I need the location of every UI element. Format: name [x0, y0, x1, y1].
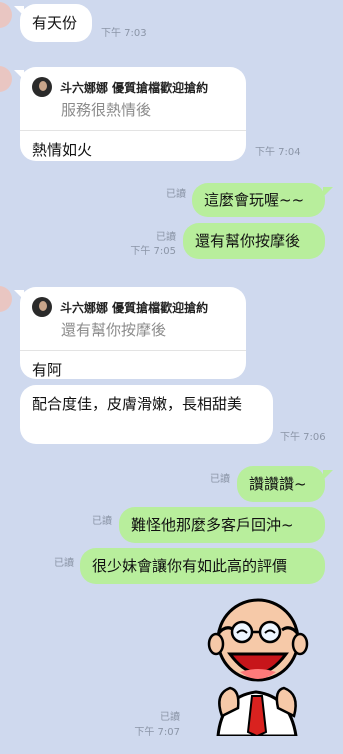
quoted-message[interactable]: 斗六娜娜 優質搶檔歡迎搶約 還有幫你按摩後 [20, 287, 246, 340]
message-text: 熱情如火 [32, 141, 93, 159]
sender-avatar[interactable] [0, 286, 12, 312]
sender-avatar[interactable] [0, 2, 12, 28]
quoted-author-name: 斗六娜娜 優質搶檔歡迎搶約 [60, 80, 209, 95]
message-bubble[interactable]: 配合度佳，皮膚滑嫩，長相甜美 [20, 385, 273, 444]
read-receipt: 已讀 [160, 712, 180, 723]
quoted-author-avatar [32, 297, 52, 317]
message-text: 配合度佳，皮膚滑嫩，長相甜美 [32, 395, 243, 413]
reply-message-bubble[interactable]: 斗六娜娜 優質搶檔歡迎搶約 服務很熱情後 熱情如火 [20, 67, 246, 161]
bubble-tail [323, 470, 333, 480]
quoted-text: 還有幫你按摩後 [61, 321, 167, 339]
timestamp: 下午 7:07 [134, 727, 180, 738]
timestamp: 下午 7:06 [280, 432, 326, 443]
message-bubble[interactable]: 很少妹會讓你有如此高的評價 [80, 548, 325, 584]
message-text: 難怪他那麼多客戶回沖~ [131, 516, 294, 534]
message-text: 還有幫你按摩後 [195, 232, 301, 250]
message-text: 有天份 [32, 14, 78, 32]
bald-man-laughing-sticker [207, 598, 309, 738]
message-bubble[interactable]: 難怪他那麼多客戶回沖~ [119, 507, 325, 543]
message-bubble[interactable]: 這麼會玩喔~~ [192, 183, 325, 217]
quoted-author-name: 斗六娜娜 優質搶檔歡迎搶約 [60, 300, 209, 315]
timestamp: 下午 7:04 [255, 147, 301, 158]
quoted-message[interactable]: 斗六娜娜 優質搶檔歡迎搶約 服務很熱情後 [20, 67, 246, 120]
quoted-author-avatar [32, 77, 52, 97]
read-receipt: 已讀 [166, 189, 186, 200]
reply-message-bubble[interactable]: 斗六娜娜 優質搶檔歡迎搶約 還有幫你按摩後 有阿 [20, 287, 246, 379]
read-receipt: 已讀 [210, 474, 230, 485]
message-bubble[interactable]: 讚讚讚~ [237, 466, 325, 502]
message-bubble[interactable]: 還有幫你按摩後 [183, 223, 325, 259]
read-receipt: 已讀 [92, 516, 112, 527]
sticker[interactable] [196, 596, 316, 738]
message-text: 這麼會玩喔~~ [204, 191, 305, 209]
message-text: 很少妹會讓你有如此高的評價 [92, 557, 288, 575]
sender-avatar[interactable] [0, 66, 12, 92]
read-receipt: 已讀 [54, 558, 74, 569]
timestamp: 下午 7:05 [130, 246, 176, 257]
bubble-tail [323, 187, 333, 197]
quoted-text: 服務很熱情後 [61, 101, 152, 119]
message-text: 讚讚讚~ [249, 475, 307, 493]
timestamp: 下午 7:03 [101, 28, 147, 39]
read-receipt: 已讀 [156, 232, 176, 243]
message-bubble[interactable]: 有天份 [20, 4, 92, 42]
